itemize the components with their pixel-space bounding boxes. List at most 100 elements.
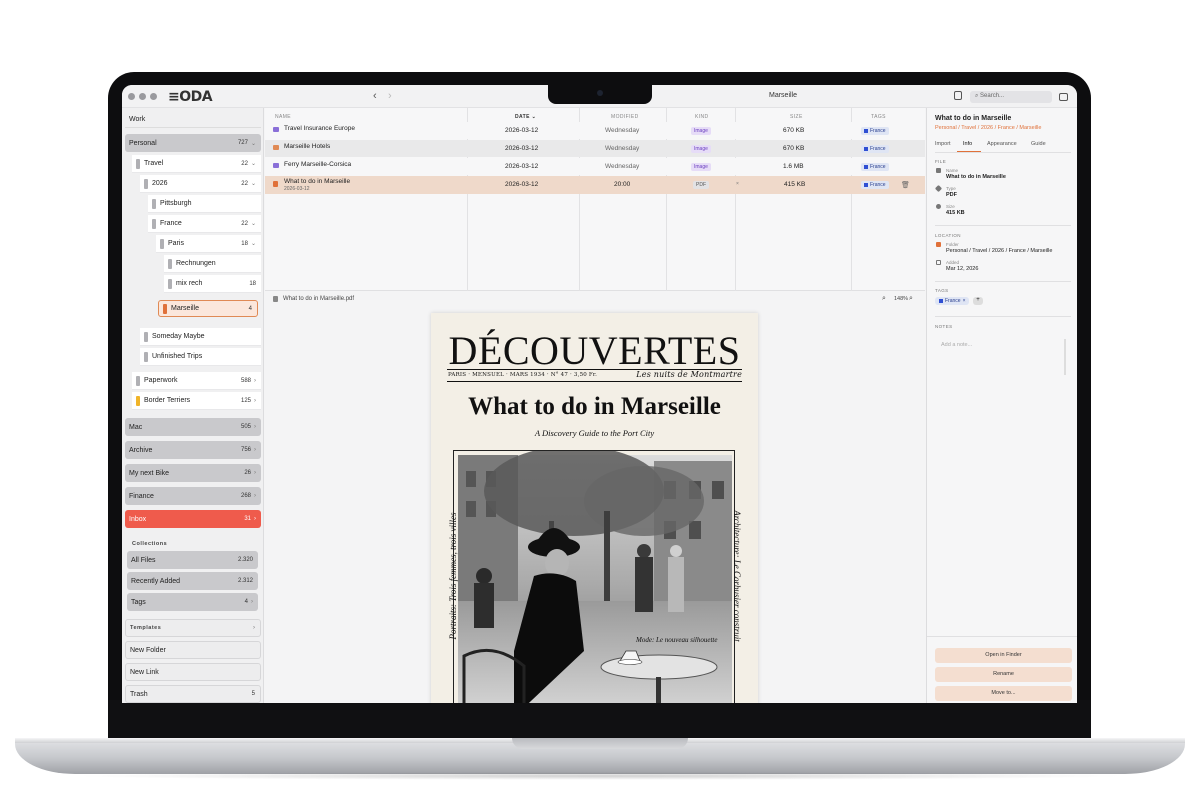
notes-scrollbar[interactable] bbox=[1064, 339, 1066, 375]
new-file-icon[interactable] bbox=[954, 91, 962, 100]
drag-handle-icon[interactable]: × bbox=[736, 181, 739, 187]
chevron-right-icon: › bbox=[254, 516, 256, 522]
search-input[interactable]: ⌕ Search... bbox=[970, 91, 1052, 103]
folder-icon bbox=[163, 303, 167, 314]
info-panel: What to do in Marseille Personal / Trave… bbox=[926, 108, 1077, 703]
sidebar-item-finance[interactable]: Finance 268 › bbox=[125, 487, 261, 505]
minimize-window-button[interactable] bbox=[139, 93, 146, 100]
sidebar-item-travel[interactable]: Travel 22 ⌄ bbox=[132, 155, 261, 173]
divider bbox=[935, 152, 1071, 153]
cover-photo-frame: Mode: Le nouveau silhouette bbox=[453, 446, 735, 703]
calendar-icon bbox=[936, 260, 941, 265]
sidebar-toggle-icon[interactable] bbox=[1059, 93, 1068, 101]
tag-chip[interactable]: France bbox=[861, 127, 889, 135]
tag-color-icon bbox=[864, 165, 868, 169]
tag-chip[interactable]: France bbox=[861, 181, 889, 189]
column-header-name[interactable]: NAME bbox=[275, 114, 291, 120]
table-row[interactable]: Marseille Hotels 2026-03-12 Wednesday Im… bbox=[265, 140, 925, 157]
close-window-button[interactable] bbox=[128, 93, 135, 100]
sidebar-item-archive[interactable]: Archive 756 › bbox=[125, 441, 261, 459]
column-header-modified[interactable]: MODIFIED bbox=[611, 114, 639, 120]
new-folder-button[interactable]: New Folder bbox=[125, 641, 261, 659]
folder-icon bbox=[144, 331, 148, 342]
move-to-button[interactable]: Move to... bbox=[935, 686, 1072, 701]
kind-badge: PDF bbox=[693, 181, 709, 189]
sidebar-item-work[interactable]: Work bbox=[125, 112, 261, 128]
zoom-out-icon[interactable]: ⌕ bbox=[882, 295, 886, 303]
sort-down-icon: ⌄ bbox=[531, 114, 537, 120]
chevron-down-icon: ⌄ bbox=[250, 241, 256, 247]
masthead: DÉCOUVERTES bbox=[448, 328, 741, 373]
notes-textarea[interactable]: Add a note... bbox=[935, 338, 1071, 378]
folder-icon bbox=[144, 351, 148, 362]
new-link-button[interactable]: New Link bbox=[125, 663, 261, 681]
sidebar: Work Personal 727 ⌄ Travel 22 ⌄ 2026 22 ⌄ P… bbox=[122, 108, 264, 703]
document-icon bbox=[273, 296, 278, 302]
type-label: Type bbox=[946, 186, 956, 191]
sidebar-item-border-terriers[interactable]: Border Terriers 125 › bbox=[132, 392, 261, 410]
file-list: NAME DATE ⌄ MODIFIED KIND SIZE TAGS Trav… bbox=[265, 108, 925, 291]
table-row[interactable]: Travel Insurance Europe 2026-03-12 Wedne… bbox=[265, 122, 925, 139]
sidebar-item-rechnungen[interactable]: Rechnungen bbox=[164, 255, 261, 273]
folder-icon bbox=[152, 218, 156, 229]
divider bbox=[935, 225, 1071, 226]
tab-info[interactable]: Info bbox=[963, 141, 972, 147]
sidebar-item-trash[interactable]: Trash 5 bbox=[125, 685, 261, 703]
column-header-tags[interactable]: TAGS bbox=[871, 114, 886, 120]
collection-recently-added[interactable]: Recently Added 2.312 bbox=[127, 572, 258, 590]
sidebar-item-personal[interactable]: Personal 727 ⌄ bbox=[125, 134, 261, 152]
sidebar-item-2026[interactable]: 2026 22 ⌄ bbox=[140, 175, 261, 193]
folder-icon bbox=[160, 238, 164, 249]
folder-label: Folder bbox=[946, 242, 959, 247]
type-value: PDF bbox=[946, 192, 957, 198]
tab-appearance[interactable]: Appearance bbox=[987, 141, 1017, 147]
templates-section[interactable]: Templates › bbox=[125, 619, 261, 637]
forward-arrow-icon[interactable]: › bbox=[388, 90, 392, 102]
zoom-in-icon[interactable]: ⌕ bbox=[909, 295, 913, 303]
sidebar-item-mix-rech[interactable]: mix rech 18 bbox=[164, 275, 261, 293]
folder-value[interactable]: Personal / Travel / 2026 / France / Mars… bbox=[946, 248, 1052, 254]
tag-chip[interactable]: France × bbox=[935, 297, 970, 305]
tag-chip[interactable]: France bbox=[861, 163, 889, 171]
collection-tags[interactable]: Tags 4 › bbox=[127, 593, 258, 611]
pdf-file-icon bbox=[273, 181, 278, 187]
trash-icon[interactable]: 🗑 bbox=[901, 181, 910, 189]
tab-guide[interactable]: Guide bbox=[1031, 141, 1046, 147]
sidebar-item-my-next-bike[interactable]: My next Bike 26 › bbox=[125, 464, 261, 482]
table-row-selected[interactable]: What to do in Marseille 2026-03-12 2026-… bbox=[265, 176, 925, 194]
sidebar-item-paris[interactable]: Paris 18 ⌄ bbox=[156, 235, 261, 253]
tag-chip[interactable]: France bbox=[861, 145, 889, 153]
sidebar-item-marseille[interactable]: Marseille 4 bbox=[158, 300, 258, 317]
open-in-finder-button[interactable]: Open in Finder bbox=[935, 648, 1072, 663]
chevron-right-icon: › bbox=[254, 397, 256, 404]
sidebar-item-pittsburgh[interactable]: Pittsburgh bbox=[148, 195, 261, 213]
divider bbox=[927, 636, 1077, 637]
sidebar-item-mac[interactable]: Mac 505 › bbox=[125, 418, 261, 436]
name-value: What to do in Marseille bbox=[946, 174, 1006, 180]
collection-all-files[interactable]: All Files 2.320 bbox=[127, 551, 258, 569]
pdf-page: DÉCOUVERTES PARIS · MENSUEL · MARS 1934 … bbox=[431, 313, 758, 703]
column-header-kind[interactable]: KIND bbox=[695, 114, 709, 120]
sidebar-item-unfinished-trips[interactable]: Unfinished Trips bbox=[140, 348, 261, 366]
chevron-right-icon: › bbox=[254, 493, 256, 499]
column-header-date[interactable]: DATE ⌄ bbox=[515, 114, 536, 120]
sidebar-item-inbox[interactable]: Inbox 31 › bbox=[125, 510, 261, 528]
sidebar-item-paperwork[interactable]: Paperwork 588 › bbox=[132, 372, 261, 390]
remove-tag-icon[interactable]: × bbox=[963, 298, 966, 304]
sidebar-item-someday-maybe[interactable]: Someday Maybe bbox=[140, 328, 261, 346]
collections-header: Collections bbox=[132, 541, 168, 547]
sidebar-item-france[interactable]: France 22 ⌄ bbox=[148, 215, 261, 233]
tag-color-icon bbox=[864, 147, 868, 151]
chevron-down-icon: ⌄ bbox=[250, 161, 256, 167]
back-arrow-icon[interactable]: ‹ bbox=[373, 90, 377, 102]
tag-color-icon bbox=[864, 183, 868, 187]
zoom-window-button[interactable] bbox=[150, 93, 157, 100]
add-tag-button[interactable]: + bbox=[973, 297, 983, 305]
table-row[interactable]: Ferry Marseille-Corsica 2026-03-12 Wedne… bbox=[265, 158, 925, 175]
headline: What to do in Marseille bbox=[468, 393, 721, 420]
preview-filename: What to do in Marseille.pdf bbox=[283, 296, 355, 302]
tab-import[interactable]: Import bbox=[935, 141, 951, 147]
rename-button[interactable]: Rename bbox=[935, 667, 1072, 682]
zoom-level: 148% bbox=[894, 296, 909, 302]
column-header-size[interactable]: SIZE bbox=[790, 114, 803, 120]
